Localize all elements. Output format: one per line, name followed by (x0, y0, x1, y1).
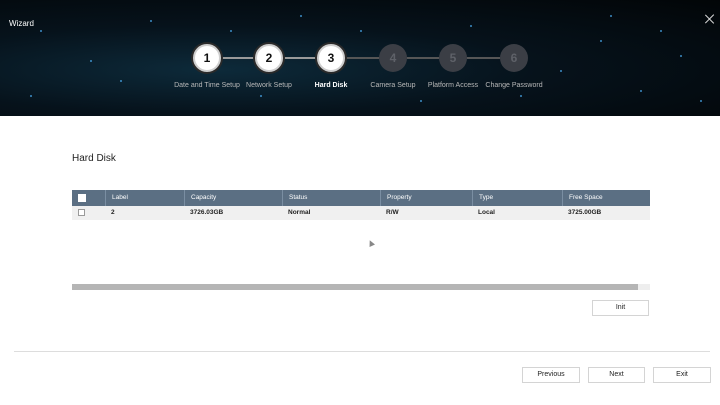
sparkle-decoration (300, 15, 302, 17)
footer-divider (14, 351, 710, 352)
cell-capacity: 3726.03GB (190, 209, 224, 216)
sparkle-decoration (640, 90, 642, 92)
sparkle-decoration (520, 95, 522, 97)
cell-status: Normal (288, 209, 311, 216)
column-header-property[interactable]: Property (380, 190, 472, 206)
column-header-label[interactable]: Label (105, 190, 184, 206)
sparkle-decoration (230, 30, 232, 32)
step-3-circle: 3 (317, 44, 345, 72)
sparkle-decoration (700, 100, 702, 102)
column-header-free-space[interactable]: Free Space (562, 190, 650, 206)
table-row[interactable]: 2 3726.03GB Normal R/W Local 3725.00GB (72, 206, 650, 220)
step-connector (407, 57, 439, 59)
step-connector (467, 57, 500, 59)
next-button[interactable]: Next (588, 367, 645, 383)
table-header: Label Capacity Status Property Type Free… (72, 190, 650, 206)
step-6-circle: 6 (500, 44, 528, 72)
step-2-circle: 2 (255, 44, 283, 72)
close-icon[interactable] (705, 14, 715, 24)
sparkle-decoration (680, 55, 682, 57)
sparkle-decoration (420, 100, 422, 102)
sparkle-decoration (470, 25, 472, 27)
scrollbar-thumb[interactable] (72, 284, 638, 290)
column-header-type[interactable]: Type (472, 190, 562, 206)
sparkle-decoration (560, 70, 562, 72)
select-all-checkbox[interactable] (78, 194, 86, 202)
step-1-circle: 1 (193, 44, 221, 72)
exit-button[interactable]: Exit (653, 367, 711, 383)
step-4-circle: 4 (379, 44, 407, 72)
cell-type: Local (478, 209, 495, 216)
step-5-label: Platform Access (427, 82, 479, 89)
sparkle-decoration (600, 40, 602, 42)
column-header-capacity[interactable]: Capacity (184, 190, 282, 206)
sparkle-decoration (30, 95, 32, 97)
mouse-cursor-icon (367, 239, 375, 247)
cell-property: R/W (386, 209, 399, 216)
step-connector (221, 57, 255, 59)
wizard-header: Wizard 1 2 3 4 5 6 Date and Time Setup N… (0, 0, 720, 116)
sparkle-decoration (150, 20, 152, 22)
hard-disk-table: Label Capacity Status Property Type Free… (72, 190, 650, 220)
step-connector (345, 57, 379, 59)
horizontal-scrollbar[interactable] (72, 284, 650, 290)
sparkle-decoration (40, 30, 42, 32)
row-checkbox[interactable] (78, 209, 85, 216)
step-6-label: Change Password (485, 82, 543, 89)
sparkle-decoration (260, 95, 262, 97)
sparkle-decoration (120, 80, 122, 82)
column-header-status[interactable]: Status (282, 190, 380, 206)
sparkle-decoration (360, 30, 362, 32)
previous-button[interactable]: Previous (522, 367, 580, 383)
sparkle-decoration (90, 60, 92, 62)
page-title: Hard Disk (72, 153, 116, 164)
window-title: Wizard (9, 19, 34, 28)
cell-free-space: 3725.00GB (568, 209, 602, 216)
step-5-circle: 5 (439, 44, 467, 72)
init-button[interactable]: Init (592, 300, 649, 316)
cell-label: 2 (111, 209, 115, 216)
sparkle-decoration (660, 30, 662, 32)
step-connector (283, 57, 317, 59)
sparkle-decoration (610, 15, 612, 17)
